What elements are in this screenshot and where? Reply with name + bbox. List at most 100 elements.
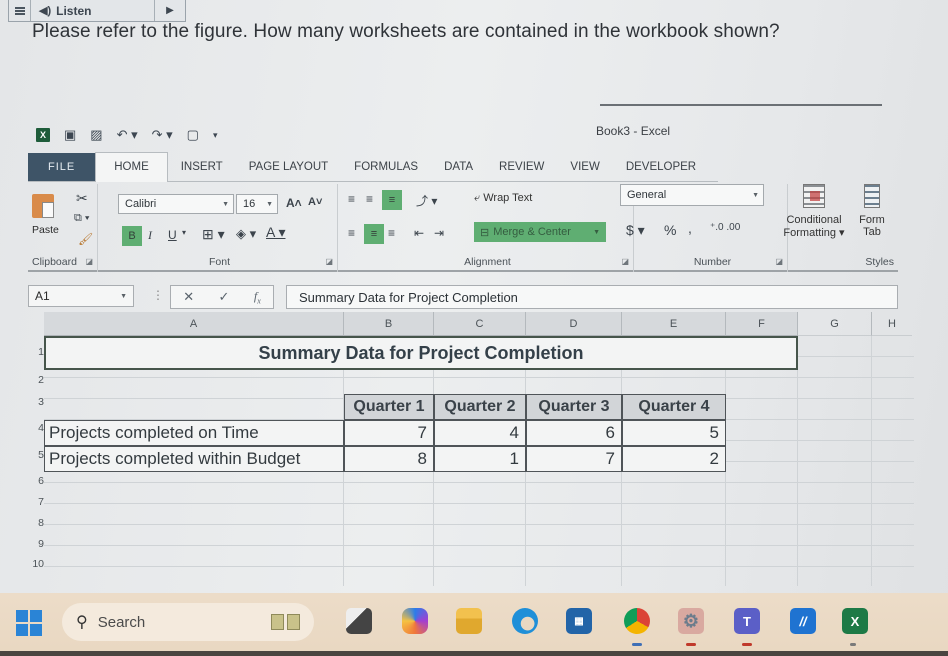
header-cell-q2[interactable]: Quarter 2	[434, 394, 526, 420]
increase-font-icon[interactable]: A˄	[286, 196, 302, 210]
copy-icon[interactable]: ⧉ ▾	[74, 212, 90, 225]
title-cell-a1[interactable]: Summary Data for Project Completion	[44, 336, 798, 370]
tab-insert[interactable]: INSERT	[168, 161, 236, 181]
menu-icon[interactable]	[9, 0, 31, 21]
row-header-10[interactable]: 10	[28, 558, 44, 570]
align-right-icon[interactable]: ≡	[388, 226, 395, 240]
row-header-9[interactable]: 9	[28, 538, 44, 550]
app-icon[interactable]: //	[790, 608, 816, 634]
percent-button[interactable]: %	[664, 222, 676, 238]
name-box[interactable]: A1 ▼	[28, 285, 134, 307]
tab-file[interactable]: FILE	[28, 153, 96, 181]
conditional-formatting-button[interactable]: Conditional Formatting ▾	[778, 184, 850, 239]
col-header-c[interactable]: C	[434, 312, 526, 336]
row-header-8[interactable]: 8	[28, 517, 44, 529]
orientation-icon[interactable]: ⤴ ▾	[416, 192, 437, 209]
bold-button[interactable]: B	[122, 226, 142, 246]
decrease-indent-icon[interactable]: ⇤	[414, 226, 424, 240]
comma-button[interactable]: ,	[688, 220, 692, 236]
value-cell[interactable]: 2	[622, 446, 726, 472]
edge-icon[interactable]	[512, 608, 538, 634]
save-icon[interactable]: ▣	[64, 127, 76, 143]
save-as-icon[interactable]: ▨	[90, 127, 102, 143]
row-label-on-time[interactable]: Projects completed on Time	[44, 420, 344, 446]
value-cell[interactable]: 5	[622, 420, 726, 446]
align-middle-icon[interactable]: ≡	[366, 192, 373, 206]
store-icon[interactable]: ▦	[566, 608, 592, 634]
font-size-select[interactable]: 16 ▼	[236, 194, 278, 214]
header-cell-q1[interactable]: Quarter 1	[344, 394, 434, 420]
tab-review[interactable]: REVIEW	[486, 161, 557, 181]
font-name-select[interactable]: Calibri ▼	[118, 194, 234, 214]
increase-indent-icon[interactable]: ⇥	[434, 226, 444, 240]
value-cell[interactable]: 1	[434, 446, 526, 472]
taskbar-search[interactable]: ⚲ Search	[62, 603, 314, 641]
formula-input[interactable]: Summary Data for Project Completion	[286, 285, 898, 309]
settings-icon[interactable]: ⚙	[678, 608, 704, 634]
header-cell-q3[interactable]: Quarter 3	[526, 394, 622, 420]
merge-center-button[interactable]: ⊟ Merge & Center ▼	[474, 222, 606, 242]
row-header-5[interactable]: 5	[28, 449, 44, 461]
decrease-font-icon[interactable]: A˅	[308, 196, 322, 208]
font-launcher-icon[interactable]: ◪	[325, 257, 333, 266]
paste-button[interactable]: Paste	[32, 194, 60, 244]
insert-function-icon[interactable]: fx	[254, 289, 261, 305]
clipboard-launcher-icon[interactable]: ◪	[85, 257, 93, 266]
col-header-h[interactable]: H	[872, 312, 912, 336]
redo-icon[interactable]: ↷ ▾	[152, 127, 173, 143]
col-header-d[interactable]: D	[526, 312, 622, 336]
underline-dropdown-icon[interactable]: ▾	[182, 228, 186, 237]
align-left-icon[interactable]: ≡	[348, 226, 355, 240]
chrome-icon[interactable]	[624, 608, 650, 634]
value-cell[interactable]: 6	[526, 420, 622, 446]
row-label-within-budget[interactable]: Projects completed within Budget	[44, 446, 344, 472]
col-header-a[interactable]: A	[44, 312, 344, 336]
alignment-launcher-icon[interactable]: ◪	[621, 257, 629, 266]
cancel-icon[interactable]: ✕	[183, 289, 194, 305]
format-as-table-button[interactable]: Form Tab	[852, 184, 892, 238]
col-header-g[interactable]: G	[798, 312, 872, 336]
tab-page-layout[interactable]: PAGE LAYOUT	[236, 161, 341, 181]
row-header-2[interactable]: 2	[28, 374, 44, 386]
tab-developer[interactable]: DEVELOPER	[613, 161, 709, 181]
number-format-select[interactable]: General ▼	[620, 184, 764, 206]
new-document-icon[interactable]: ▢	[187, 127, 199, 143]
align-bottom-button[interactable]: ≡	[382, 190, 402, 210]
teams-icon[interactable]: T	[734, 608, 760, 634]
align-top-icon[interactable]: ≡	[348, 192, 355, 206]
excel-taskbar-icon[interactable]: X	[842, 608, 868, 634]
formula-bar-grip-icon[interactable]: ⋮	[152, 288, 164, 302]
undo-icon[interactable]: ↶ ▾	[117, 127, 138, 143]
col-header-e[interactable]: E	[622, 312, 726, 336]
wrap-text-button[interactable]: ⤶ Wrap Text	[474, 192, 532, 205]
row-header-7[interactable]: 7	[28, 496, 44, 508]
align-center-button[interactable]: ≡	[364, 224, 384, 244]
number-launcher-icon[interactable]: ◪	[775, 257, 783, 266]
file-explorer-icon[interactable]	[456, 608, 482, 634]
tab-home[interactable]: HOME	[95, 152, 168, 182]
row-header-1[interactable]: 1	[28, 346, 44, 358]
font-color-icon[interactable]: A ▾	[266, 224, 285, 241]
italic-button[interactable]: I	[148, 228, 152, 243]
currency-button[interactable]: $ ▾	[626, 222, 645, 239]
format-painter-icon[interactable]: 🖌	[78, 232, 93, 246]
value-cell[interactable]: 4	[434, 420, 526, 446]
value-cell[interactable]: 7	[344, 420, 434, 446]
fill-color-icon[interactable]: ◈ ▾	[236, 226, 256, 242]
row-header-3[interactable]: 3	[28, 396, 44, 408]
value-cell[interactable]: 8	[344, 446, 434, 472]
row-header-4[interactable]: 4	[28, 422, 44, 434]
windows-start-icon[interactable]	[16, 610, 42, 636]
cut-icon[interactable]: ✂	[76, 190, 88, 207]
borders-icon[interactable]: ⊞ ▾	[202, 226, 225, 243]
underline-button[interactable]: U	[168, 228, 177, 242]
tab-formulas[interactable]: FORMULAS	[341, 161, 431, 181]
header-cell-q4[interactable]: Quarter 4	[622, 394, 726, 420]
value-cell[interactable]: 7	[526, 446, 622, 472]
col-header-b[interactable]: B	[344, 312, 434, 336]
tab-data[interactable]: DATA	[431, 161, 486, 181]
increase-decimal-icon[interactable]: ⁺.0 .00	[710, 222, 740, 233]
copilot-icon[interactable]	[402, 608, 428, 634]
col-header-f[interactable]: F	[726, 312, 798, 336]
enter-icon[interactable]: ✓	[219, 289, 230, 305]
